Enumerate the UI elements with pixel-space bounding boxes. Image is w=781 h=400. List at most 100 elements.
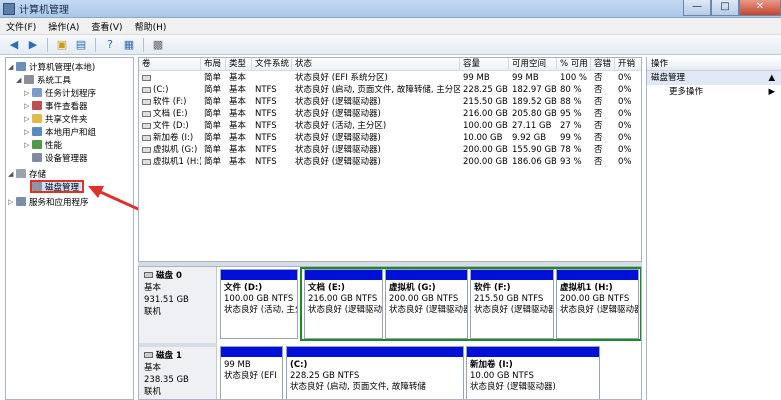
partition-c[interactable]: (C:) 228.25 GB NTFS 状态良好 (启动, 页面文件, 故障转储 [286,346,464,399]
collapse-icon[interactable]: ◢ [8,63,16,71]
tree-label: 系统工具 [37,75,72,86]
menu-file[interactable]: 文件(F) [0,20,42,33]
more-actions-item[interactable]: 更多操作 ▶ [647,85,781,99]
tree-item-disk-management[interactable]: 磁盘管理 [30,180,85,193]
tree-item-root[interactable]: ◢ 计算机管理(本地) [8,60,95,73]
partition-color-bar [221,270,297,280]
col-free-space[interactable]: 可用空间 [509,58,557,71]
collapse-icon[interactable]: ◢ [16,76,24,84]
menu-view[interactable]: 查看(V) [85,20,128,33]
cell-type: 基本 [229,157,247,167]
menu-bar: 文件(F) 操作(A) 查看(V) 帮助(H) [0,18,781,35]
cell-type: 基本 [229,97,247,107]
forward-arrow-icon[interactable]: ▶ [25,37,41,53]
cell-fault-tolerance: 否 [594,85,603,95]
partition-f[interactable]: 软件 (F:) 215.50 GB NTFS 状态良好 (逻辑驱动器) [470,269,554,339]
table-row[interactable]: (C:) 简单 基本 NTFS 状态良好 (启动, 页面文件, 故障转储, 主分区) 22… [139,84,641,96]
cell-volume: 文档 (E:) [139,108,201,120]
tree-item-shared-folders[interactable]: ▷ 共享文件夹 [24,112,88,125]
col-status[interactable]: 状态 [292,58,460,71]
expand-icon[interactable]: ▷ [24,102,32,110]
disk-1-info[interactable]: 磁盘 1 基本 238.35 GB 联机 [139,343,217,399]
close-button[interactable]: ✕ [739,0,781,16]
properties-icon[interactable]: ▦ [121,37,137,53]
volume-icon [142,158,151,165]
table-row[interactable]: 虚拟机1 (H:) 简单 基本 NTFS 状态良好 (逻辑驱动器) 200.00 GB 18… [139,156,641,168]
export-list-icon[interactable]: ▩ [150,37,166,53]
cell-volume: 虚拟机1 (H:) [139,156,201,168]
cell-filesystem: NTFS [255,85,277,95]
partition-status: 状态良好 (逻辑驱动器) [308,305,383,315]
tree-item-device-manager[interactable]: 设备管理器 [32,151,88,164]
expand-icon[interactable]: ▷ [8,198,16,206]
cell-percent-free: 95 % [560,109,582,119]
table-row[interactable]: 软件 (F:) 简单 基本 NTFS 状态良好 (逻辑驱动器) 215.50 GB 189.… [139,96,641,108]
col-overhead[interactable]: 开销 [615,58,641,71]
cell-free-space: 155.90 GB [512,145,557,155]
cell-capacity: 200.00 GB [463,157,508,167]
cell-free-space: 9.92 GB [512,133,547,143]
tree-item-storage[interactable]: ◢ 存储 [8,167,46,180]
cell-filesystem: NTFS [255,157,277,167]
tree-item-event-viewer[interactable]: ▷ 事件查看器 [24,99,88,112]
expand-icon[interactable]: ▷ [24,115,32,123]
partition-name: 文件 (D:) [224,283,263,293]
cell-type: 基本 [229,73,247,83]
partition-g[interactable]: 虚拟机 (G:) 200.00 GB NTFS 状态良好 (逻辑驱动器) [385,269,468,339]
partition-efi[interactable]: 99 MB 状态良好 (EFI [220,346,283,399]
cell-fault-tolerance: 否 [594,97,603,107]
volume-label: 软件 (F:) [153,97,187,107]
table-row[interactable]: 文件 (D:) 简单 基本 NTFS 状态良好 (活动, 主分区) 100.00 GB 27… [139,120,641,132]
partition-d[interactable]: 文件 (D:) 100.00 GB NTFS 状态良好 (活动, 主分 [220,269,298,339]
collapse-icon[interactable]: ◢ [8,170,16,178]
partition-size: 100.00 GB NTFS [224,294,294,304]
minimize-button[interactable]: — [683,0,711,16]
col-capacity[interactable]: 容量 [460,58,509,71]
disk-icon [32,182,42,191]
expand-icon[interactable]: ▷ [24,128,32,136]
menu-help[interactable]: 帮助(H) [129,20,173,33]
volume-list-header: 卷 布局 类型 文件系统 状态 容量 可用空间 % 可用 容错 开销 [139,58,641,71]
tree-item-services-apps[interactable]: ▷ 服务和应用程序 [8,195,89,208]
expand-icon[interactable]: ▷ [24,141,32,149]
toolbar: ◀ ▶ ▣ ▤ ? ▦ ▩ [0,35,781,55]
menu-action[interactable]: 操作(A) [42,20,85,33]
actions-section-disk-management[interactable]: 磁盘管理 ▲ [647,71,781,85]
back-arrow-icon[interactable]: ◀ [6,37,22,53]
partition-i[interactable]: 新加卷 (I:) 10.00 GB NTFS 状态良好 (逻辑驱动器) [466,346,600,399]
table-row[interactable]: 新加卷 (I:) 简单 基本 NTFS 状态良好 (逻辑驱动器) 10.00 GB 9.92… [139,132,641,144]
cell-layout: 简单 [204,109,222,119]
partition-size: 216.00 GB NTFS [308,294,378,304]
title-bar: 计算机管理 — □ ✕ [0,0,781,18]
table-row[interactable]: 文档 (E:) 简单 基本 NTFS 状态良好 (逻辑驱动器) 216.00 GB 205.… [139,108,641,120]
help-icon[interactable]: ? [102,37,118,53]
expand-icon[interactable]: ▷ [24,89,32,97]
tree-item-task-scheduler[interactable]: ▷ 任务计划程序 [24,86,96,99]
maximize-button[interactable]: □ [711,0,739,16]
up-folder-icon[interactable]: ▣ [54,37,70,53]
services-icon [16,197,26,206]
col-filesystem[interactable]: 文件系统 [252,58,292,71]
col-volume[interactable]: 卷 [139,58,201,71]
collapse-up-icon[interactable]: ▲ [768,71,775,85]
volume-label: 文件 (D:) [153,121,189,131]
partition-status: 状态良好 (逻辑驱动器) [470,382,556,392]
partition-e[interactable]: 文档 (E:) 216.00 GB NTFS 状态良好 (逻辑驱动器) [304,269,383,339]
tree-label: 设备管理器 [45,153,88,164]
partition-h[interactable]: 虚拟机1 (H:) 200.00 GB NTFS 状态良好 (逻辑驱动器) [556,269,639,339]
cell-percent-free: 100 % [560,73,588,83]
table-row[interactable]: 虚拟机 (G:) 简单 基本 NTFS 状态良好 (逻辑驱动器) 200.00 GB 155… [139,144,641,156]
col-layout[interactable]: 布局 [201,58,226,71]
submenu-arrow-icon: ▶ [768,87,775,97]
tree-item-system-tools[interactable]: ◢ 系统工具 [16,73,71,86]
table-row[interactable]: 简单 基本 状态良好 (EFI 系统分区) 99 MB 99 MB 100 % 否 0% [139,72,641,84]
cell-volume: 文件 (D:) [139,120,201,132]
col-percent-free[interactable]: % 可用 [557,58,591,71]
tree-item-local-users[interactable]: ▷ 本地用户和组 [24,125,96,138]
col-fault-tolerance[interactable]: 容错 [591,58,615,71]
disk-0-info[interactable]: 磁盘 0 基本 931.51 GB 联机 [139,267,217,343]
show-hide-tree-icon[interactable]: ▤ [73,37,89,53]
tree-item-performance[interactable]: ▷ 性能 [24,138,62,151]
col-type[interactable]: 类型 [226,58,252,71]
cell-percent-free: 99 % [560,133,582,143]
